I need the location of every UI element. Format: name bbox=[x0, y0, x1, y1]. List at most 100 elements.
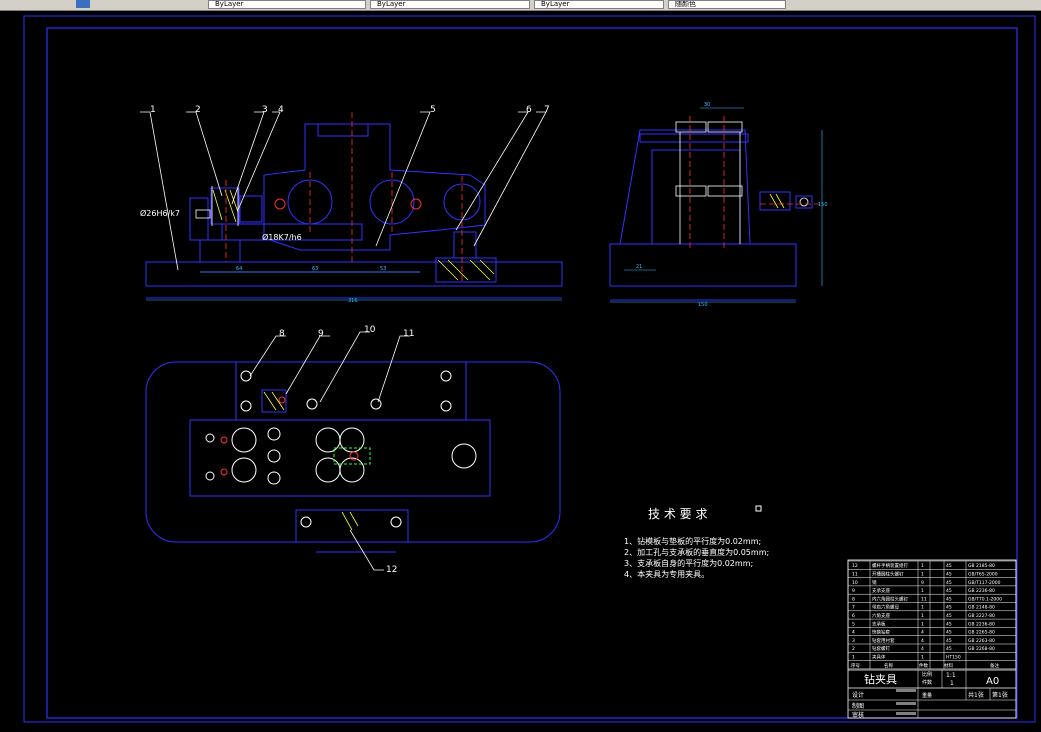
bom-row-no: 7 bbox=[852, 605, 855, 611]
label-5: 5 bbox=[430, 105, 436, 115]
label-12: 12 bbox=[386, 565, 397, 575]
dim-63: 63 bbox=[312, 266, 318, 272]
bom-row-qty: 9 bbox=[921, 580, 924, 586]
dim-150-vertical: 150 bbox=[818, 202, 828, 208]
label-9: 9 bbox=[318, 329, 324, 339]
bom-row-name: 支承支座 bbox=[872, 587, 890, 594]
bom-row-standard: GB/T117-2000 bbox=[968, 580, 1001, 586]
bom-row-standard: GB 2268-80 bbox=[968, 646, 995, 652]
bom-row-material: 45 bbox=[946, 613, 952, 619]
bom-row-standard: GB 2227-80 bbox=[968, 613, 995, 619]
qty-value: 1 bbox=[950, 680, 954, 687]
bom-row-standard: GB 2263-80 bbox=[968, 638, 995, 644]
bom-row-qty: 4 bbox=[921, 646, 924, 652]
bom-row-qty: 4 bbox=[921, 630, 924, 636]
bom-row-name: 快换钻套 bbox=[872, 629, 890, 636]
dim-fit-18: Ø18K7/h6 bbox=[262, 232, 302, 242]
front-centerlines bbox=[225, 112, 463, 284]
front-white bbox=[195, 186, 239, 226]
bom-row-standard: GB 2265-80 bbox=[968, 630, 995, 636]
front-red-circles bbox=[274, 198, 422, 210]
bom-row-no: 12 bbox=[852, 563, 858, 569]
plotstyle-dropdown[interactable]: 随颜色 bbox=[668, 0, 786, 9]
bom-header-cell: 名称 bbox=[884, 662, 893, 669]
bom-row-standard: GB 2236-80 bbox=[968, 621, 995, 627]
bom-header-cell: 件数 bbox=[919, 662, 928, 669]
bom-row-material: 45 bbox=[946, 563, 952, 569]
title-drawing-name: 钻夹具 bbox=[864, 672, 897, 686]
bom-header-cell: 序号 bbox=[851, 662, 860, 669]
label-6: 6 bbox=[526, 105, 532, 115]
bom-row-no: 5 bbox=[852, 621, 855, 627]
bom-row-qty: 1 bbox=[921, 605, 924, 611]
linetype-dropdown[interactable]: ByLayer bbox=[370, 0, 530, 9]
bom-row-name: 带肩六角螺母 bbox=[872, 604, 899, 611]
dim-21: 21 bbox=[636, 264, 642, 270]
bom-row-standard: GB/T70.1-2000 bbox=[968, 596, 1002, 602]
top-view bbox=[145, 361, 561, 553]
bom-row-standard: GB 2185-80 bbox=[968, 563, 995, 569]
top-white-circles bbox=[205, 370, 477, 528]
sheets-total: 共1张 bbox=[968, 691, 984, 699]
dim-316: 316 bbox=[348, 298, 358, 304]
bom-row-material: 45 bbox=[946, 605, 952, 611]
front-hatch bbox=[212, 189, 495, 281]
bom-row-material: 45 bbox=[946, 630, 952, 636]
scale-label: 比例 bbox=[922, 671, 932, 678]
color-dropdown[interactable]: ByLayer bbox=[208, 0, 366, 9]
bom-row-name: 内六角圆柱头螺钉 bbox=[872, 595, 908, 602]
bom-row-qty: 1 bbox=[921, 655, 924, 661]
bom-row-no: 4 bbox=[852, 630, 855, 636]
bom-row-qty: 1 bbox=[921, 572, 924, 578]
draw-label: 制图 bbox=[852, 702, 864, 710]
bom-row-qty: 4 bbox=[921, 638, 924, 644]
side-white bbox=[675, 121, 809, 244]
label-4: 4 bbox=[278, 105, 284, 115]
bom-row-qty: 11 bbox=[921, 596, 927, 602]
layer-icon[interactable] bbox=[76, 0, 90, 8]
bom-row-material: 45 bbox=[946, 572, 952, 578]
label-7: 7 bbox=[544, 105, 550, 115]
bom-row-name: 支承板 bbox=[872, 620, 886, 627]
bom-row-name: 钻套螺钉 bbox=[872, 645, 890, 652]
bom-row-no: 3 bbox=[852, 638, 855, 644]
review-label: 审核 bbox=[852, 711, 864, 719]
label-8: 8 bbox=[279, 329, 285, 339]
bom-row-name: 开槽圆柱头螺钉 bbox=[872, 571, 904, 578]
dim-30: 30 bbox=[704, 102, 710, 108]
label-10: 10 bbox=[364, 325, 376, 335]
drawing-canvas[interactable]: 1 2 3 4 5 6 7 8 9 10 11 12 Ø26H6/k7 Ø18K… bbox=[0, 10, 1041, 728]
sheet-number: 第1张 bbox=[992, 691, 1008, 699]
bom-row-name: 夹具体 bbox=[872, 654, 886, 661]
top-green-box bbox=[333, 447, 371, 465]
bom-row-material: 45 bbox=[946, 588, 952, 594]
bom-row-no: 2 bbox=[852, 646, 855, 652]
label-2: 2 bbox=[195, 105, 201, 115]
bom-row-qty: 1 bbox=[921, 621, 924, 627]
tech-line-4: 4、本夹具为专用夹具。 bbox=[624, 569, 709, 579]
bom-row-no: 11 bbox=[852, 572, 858, 578]
bom-header-cell: 材料 bbox=[944, 662, 953, 669]
bom-row-standard: GB/T65-2000 bbox=[968, 572, 998, 578]
dim-fit-26: Ø26H6/k7 bbox=[140, 208, 180, 218]
bom-row-name: 螺杆手柄装置组钉 bbox=[872, 562, 908, 569]
tech-title: 技 术 要 求 bbox=[648, 507, 707, 521]
leaders-top bbox=[249, 331, 410, 571]
side-hatch bbox=[769, 193, 785, 209]
bom-row-material: 45 bbox=[946, 638, 952, 644]
tech-line-3: 3、支承板自身的平行度为0.02mm; bbox=[624, 558, 753, 568]
bom-row-qty: 1 bbox=[921, 588, 924, 594]
bom-row-no: 9 bbox=[852, 588, 855, 594]
bom-row-no: 6 bbox=[852, 613, 855, 619]
qty-label: 件数 bbox=[922, 679, 932, 686]
tech-line-2: 2、加工孔与支承板的垂直度为0.05mm; bbox=[624, 547, 769, 557]
dim-64: 64 bbox=[236, 266, 242, 272]
lineweight-dropdown[interactable]: ByLayer bbox=[534, 0, 664, 9]
weight-label: 重量 bbox=[922, 692, 932, 699]
bom-row-material: HT150 bbox=[946, 655, 961, 661]
bom-row-qty: 1 bbox=[921, 613, 924, 619]
cursor-box bbox=[755, 505, 762, 512]
tech-line-1: 1、钻模板与垫板的平行度为0.02mm; bbox=[624, 536, 761, 546]
design-label: 设计 bbox=[852, 691, 864, 699]
bom-header-cell: 备注 bbox=[990, 662, 999, 669]
